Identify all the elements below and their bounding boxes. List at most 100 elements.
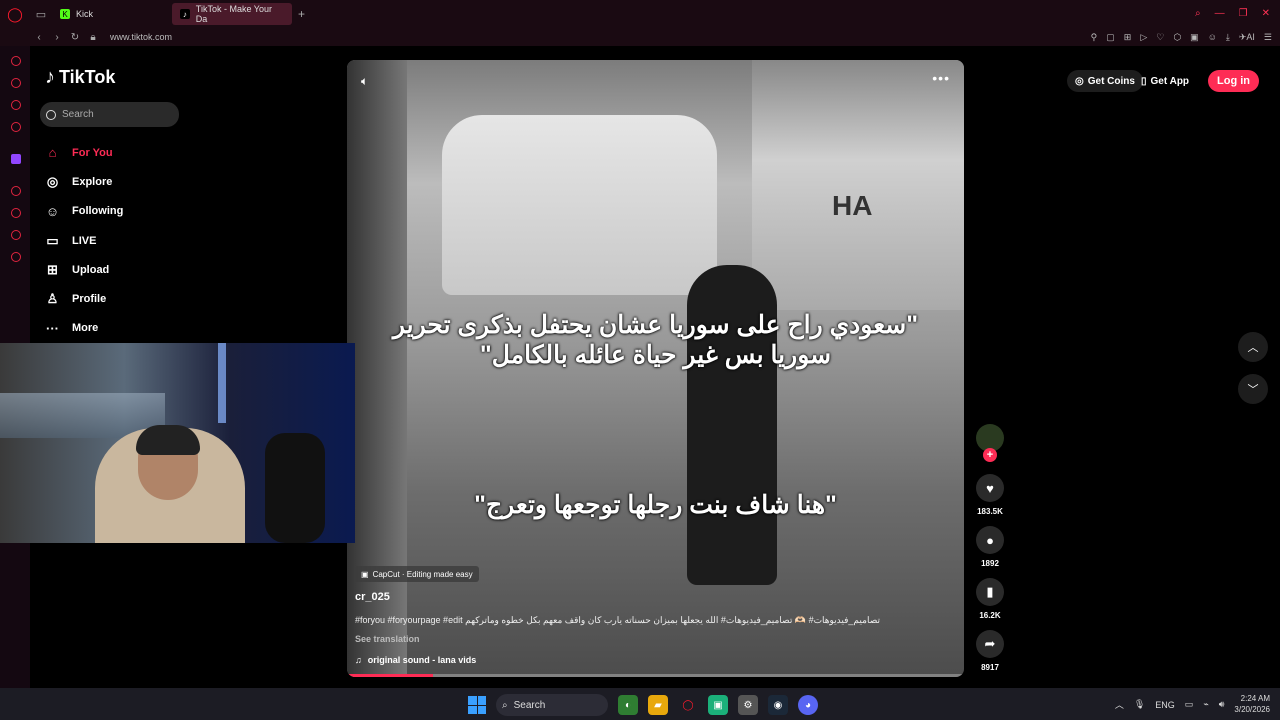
sidebar-shop-icon[interactable]	[11, 78, 21, 88]
system-tray: ︿ 🎙︎ ENG ▭ ⌁ 🔊︎ 2:24 AM 3/20/2026	[1115, 694, 1270, 716]
search-tabs-icon[interactable]: ⌕	[1195, 8, 1201, 19]
next-video-button[interactable]: ﹀	[1238, 374, 1268, 404]
app-icon[interactable]: ▣	[708, 695, 728, 715]
see-translation-link[interactable]: See translation	[355, 634, 420, 644]
nav-item-upload[interactable]: ⊞ Upload	[45, 255, 123, 284]
comment-icon[interactable]: ●	[976, 526, 1004, 554]
nav-item-live[interactable]: ▭ LIVE	[45, 226, 123, 255]
capcut-icon: ▣	[361, 569, 369, 579]
snapshot-icon[interactable]: ▢	[1106, 32, 1115, 43]
display-icon[interactable]: ▭	[1185, 699, 1194, 710]
nav-item-profile[interactable]: ♙ Profile	[45, 284, 123, 313]
prev-video-button[interactable]: ︿	[1238, 332, 1268, 362]
heart-icon[interactable]: ♥	[976, 474, 1004, 502]
heart-icon[interactable]: ♡	[1156, 32, 1164, 43]
tab-workspaces-icon[interactable]: ▭	[30, 8, 52, 21]
file-explorer-icon[interactable]: ▰	[648, 695, 668, 715]
sidebar-messenger-icon[interactable]	[11, 100, 21, 110]
nav-item-for-you[interactable]: ⌂ For You	[45, 138, 123, 167]
player-icon[interactable]: ▷	[1140, 32, 1147, 43]
language-indicator[interactable]: ENG	[1155, 700, 1175, 710]
tab-kick-label: Kick	[76, 9, 94, 19]
tiktok-logo[interactable]: ♪ TikTok	[45, 66, 115, 89]
steam-icon[interactable]: ◉	[768, 695, 788, 715]
plus-square-icon: ⊞	[47, 261, 58, 277]
sidebar-twitch-icon[interactable]	[11, 154, 21, 164]
follow-plus-icon[interactable]: +	[983, 448, 997, 462]
reload-icon[interactable]: ↻	[66, 32, 84, 43]
sidebar-ai-icon[interactable]	[11, 56, 21, 66]
author-avatar[interactable]: +	[976, 424, 1004, 462]
home-icon: ⌂	[48, 145, 57, 161]
taskbar-search-label: Search	[513, 699, 546, 711]
menu-icon[interactable]: ☰	[1264, 32, 1272, 43]
back-icon[interactable]: ‹	[30, 32, 48, 43]
settings-icon[interactable]: ⚙	[738, 695, 758, 715]
wallet-icon[interactable]: ▣	[1190, 32, 1199, 43]
pin-icon[interactable]: ⚲	[1091, 32, 1098, 43]
video-description: #foryou #foryourpage #edit تصاميم_فيديوه…	[355, 615, 881, 625]
nav-item-explore[interactable]: ◎ Explore	[45, 167, 123, 196]
sidebar-player-icon[interactable]	[11, 186, 21, 196]
video-author[interactable]: cr_025	[355, 591, 390, 603]
tabs-icon[interactable]: ⊞	[1124, 32, 1132, 43]
get-coins-button[interactable]: ◎ Get Coins	[1067, 70, 1143, 92]
new-tab-button[interactable]: +	[298, 7, 305, 21]
like-action: ♥ 183.5K	[970, 474, 1010, 516]
video-options-icon[interactable]: •••	[932, 70, 950, 86]
tab-tiktok-label: TikTok - Make Your Da	[195, 4, 272, 24]
kick-favicon-icon: K	[60, 9, 70, 19]
share-icon[interactable]: ➦	[976, 630, 1004, 658]
search-icon: ⌕	[502, 699, 508, 711]
download-icon[interactable]: ⤓	[1226, 32, 1230, 43]
login-button[interactable]: Log in	[1208, 70, 1259, 92]
browser-tab-bar: ◯ ▭ K Kick ♪ TikTok - Make Your Da + ⌕ —…	[0, 0, 1280, 28]
ai-icon[interactable]: ✈AI	[1239, 32, 1255, 43]
search-icon	[46, 109, 56, 120]
sidebar-extensions-icon[interactable]	[11, 230, 21, 240]
close-icon[interactable]: ✕	[1262, 8, 1270, 19]
network-icon[interactable]: ⌁	[1203, 699, 1208, 710]
volume-icon[interactable]: 🔊︎	[1219, 699, 1225, 710]
taskbar-search[interactable]: ⌕ Search	[496, 694, 608, 716]
opera-taskbar-icon[interactable]: ◯	[678, 695, 698, 715]
nav-item-more[interactable]: ··· More	[45, 314, 123, 343]
url-field[interactable]: www.tiktok.com	[110, 32, 172, 42]
tray-overflow-icon[interactable]: ︿	[1115, 698, 1124, 711]
video-player[interactable]: HA "سعودي راح على سوريا عشان يحتفل بذكرى…	[347, 60, 964, 677]
sidebar-history-icon[interactable]	[11, 208, 21, 218]
capcut-badge[interactable]: ▣ CapCut · Editing made easy	[355, 566, 479, 582]
video-sound[interactable]: ♫ original sound - lana vids	[355, 655, 476, 665]
extensions-icon[interactable]: ⬡	[1173, 32, 1181, 43]
restore-icon[interactable]: ❐	[1239, 8, 1248, 19]
nav-label: Explore	[72, 175, 113, 188]
like-count: 183.5K	[977, 507, 1003, 516]
widgets-icon[interactable]: ◐	[618, 695, 638, 715]
start-button[interactable]	[468, 696, 486, 714]
opera-logo-icon[interactable]: ◯	[0, 0, 30, 28]
account-icon[interactable]: ☺	[1208, 32, 1217, 42]
sidebar-music-icon[interactable]	[11, 122, 21, 132]
sound-label: original sound - lana vids	[367, 655, 477, 665]
nav-label: More	[72, 322, 99, 335]
video-progress-bar[interactable]	[347, 674, 964, 677]
tab-tiktok[interactable]: ♪ TikTok - Make Your Da	[172, 3, 292, 25]
sidebar-settings-icon[interactable]	[11, 252, 21, 262]
forward-icon[interactable]: ›	[48, 32, 66, 43]
video-scene-car	[442, 115, 717, 295]
tab-kick[interactable]: K Kick	[52, 3, 172, 25]
address-bar: ‹ › ↻ 🔒︎ www.tiktok.com ⚲ ▢ ⊞ ▷ ♡ ⬡ ▣ ☺ …	[0, 28, 1280, 46]
clock-time: 2:24 AM	[1240, 694, 1270, 703]
minimize-icon[interactable]: —	[1215, 8, 1225, 19]
clock[interactable]: 2:24 AM 3/20/2026	[1234, 694, 1270, 716]
search-input[interactable]: Search	[40, 102, 179, 127]
bookmark-icon[interactable]: ▮	[976, 578, 1004, 606]
music-note-icon: ♫	[355, 655, 362, 665]
volume-icon[interactable]: 🔈︎	[361, 74, 368, 89]
video-caption-bottom: "هنا شاف بنت رجلها توجعها وتعرج"	[474, 491, 837, 519]
microphone-icon[interactable]: 🎙︎	[1134, 699, 1145, 710]
get-app-button[interactable]: ▯ Get App	[1135, 70, 1195, 92]
nav-item-following[interactable]: ☺ Following	[45, 197, 123, 226]
discord-icon[interactable]: ◕	[798, 695, 818, 715]
webcam-overlay	[0, 343, 355, 543]
